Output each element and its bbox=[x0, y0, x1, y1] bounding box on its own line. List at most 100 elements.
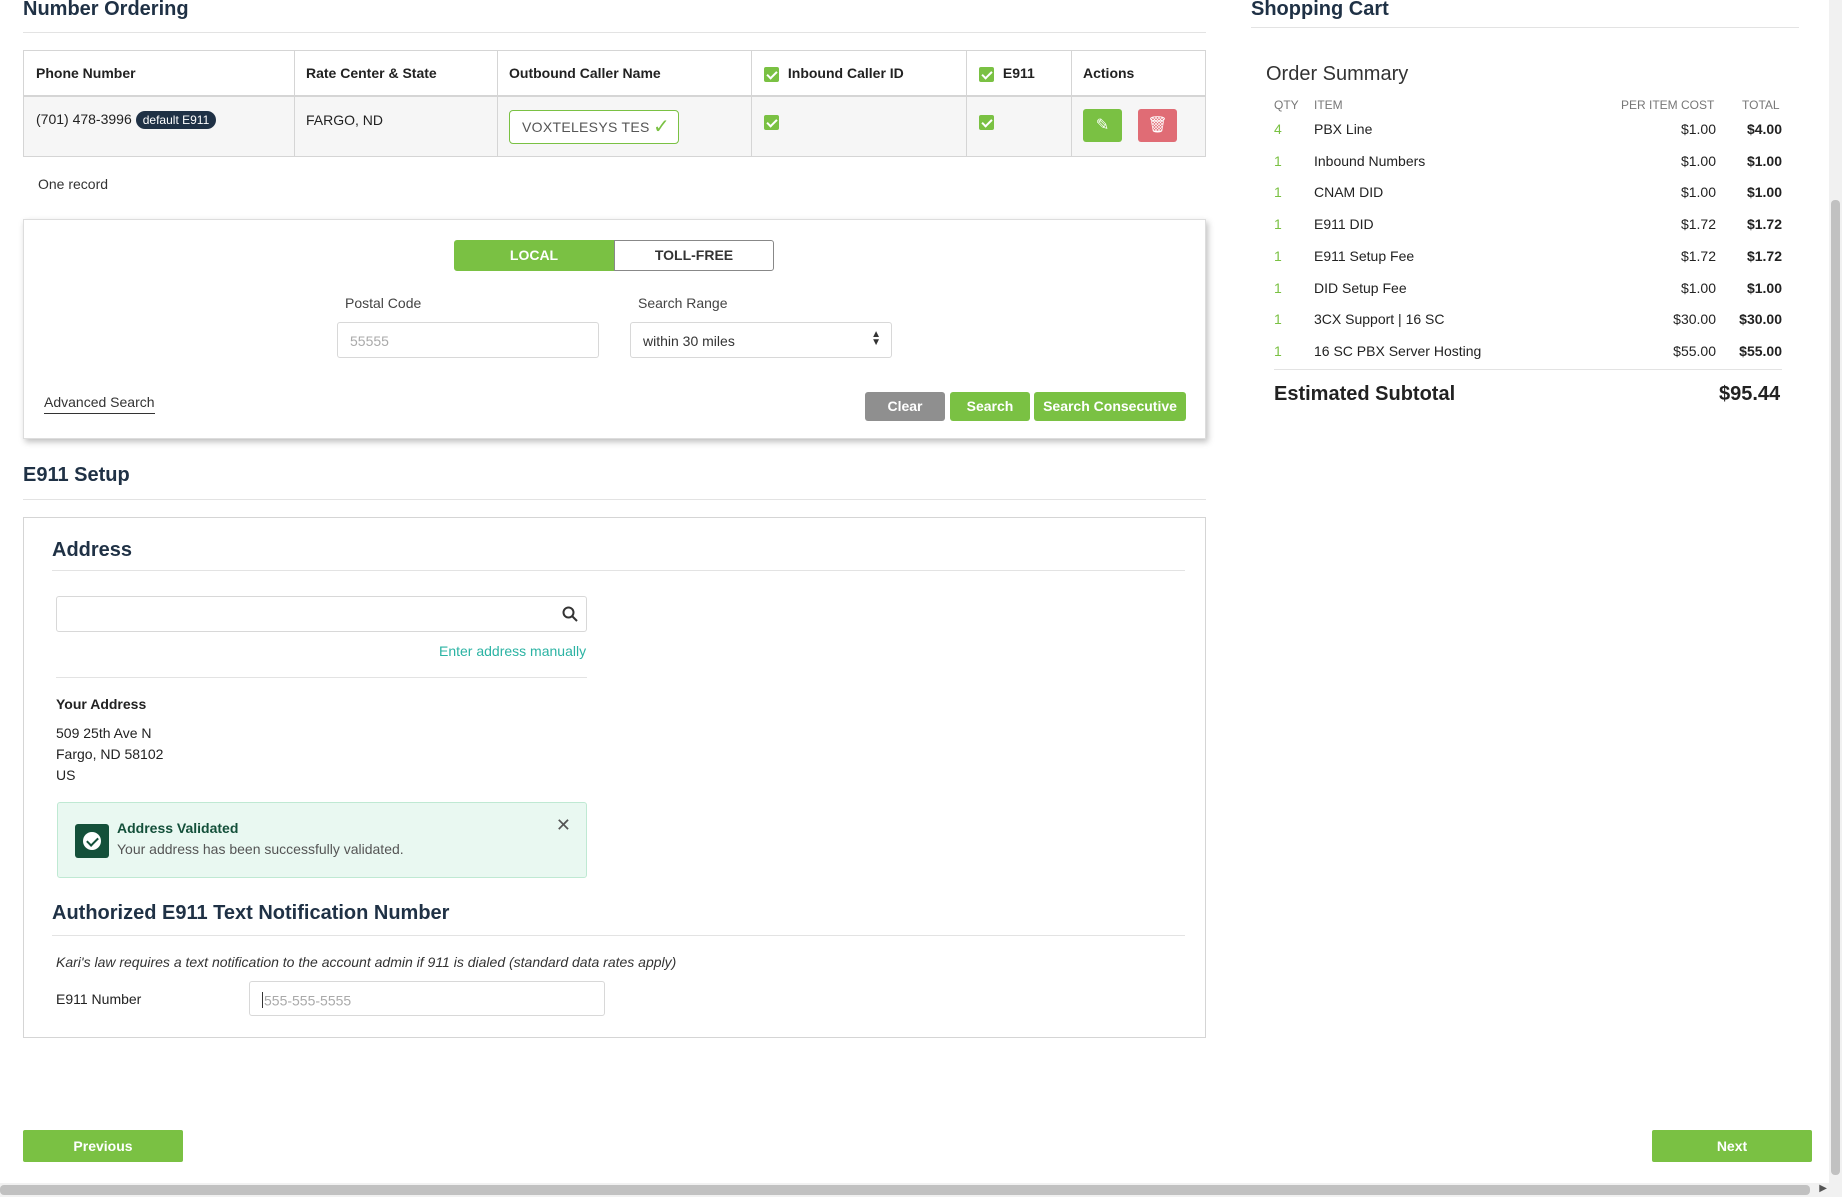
cart-item-cost: $1.00 bbox=[1680, 280, 1716, 296]
previous-button[interactable]: Previous bbox=[23, 1130, 183, 1162]
order-summary-title: Order Summary bbox=[1266, 63, 1409, 85]
address-line-1: 509 25th Ave N bbox=[56, 725, 152, 741]
address-validated-alert: Address Validated Your address has been … bbox=[57, 802, 587, 878]
close-icon[interactable]: ✕ bbox=[556, 815, 571, 836]
cart-item-row: 1 E911 Setup Fee $1.72 $1.72 bbox=[1264, 248, 1784, 268]
outbound-caller-name-input[interactable]: VOXTELESYS TES ✓ bbox=[509, 110, 679, 144]
enter-address-manually-link[interactable]: Enter address manually bbox=[439, 643, 586, 659]
e911-select-all-checkbox[interactable] bbox=[979, 66, 994, 82]
trash-icon: 🗑 bbox=[1147, 117, 1168, 134]
cart-item-cost: $55.00 bbox=[1673, 343, 1716, 359]
inbound-select-all-checkbox[interactable] bbox=[764, 66, 779, 82]
clear-button[interactable]: Clear bbox=[865, 392, 945, 421]
search-button[interactable]: Search bbox=[950, 392, 1030, 421]
cart-item-row: 1 E911 DID $1.72 $1.72 bbox=[1264, 216, 1784, 236]
inbound-caller-id-checkbox[interactable] bbox=[764, 114, 779, 130]
cart-item-qty: 1 bbox=[1274, 280, 1282, 296]
postal-code-label: Postal Code bbox=[345, 295, 422, 311]
number-ordering-title: Number Ordering bbox=[23, 0, 189, 20]
cart-item-name: CNAM DID bbox=[1314, 184, 1384, 200]
shopping-cart-title: Shopping Cart bbox=[1251, 0, 1389, 20]
cart-item-row: 1 CNAM DID $1.00 $1.00 bbox=[1264, 184, 1784, 204]
alert-title: Address Validated bbox=[117, 820, 239, 836]
tab-local[interactable]: LOCAL bbox=[454, 240, 614, 271]
check-icon: ✓ bbox=[652, 116, 670, 138]
scroll-right-arrow-icon[interactable]: ▶ bbox=[1819, 1183, 1827, 1194]
inbound-caller-id-cell bbox=[764, 113, 779, 130]
tab-toll-free[interactable]: TOLL-FREE bbox=[614, 240, 774, 271]
address-line-2: Fargo, ND 58102 bbox=[56, 746, 164, 762]
cart-item-name: 3CX Support | 16 SC bbox=[1314, 311, 1445, 327]
cart-item-total: $55.00 bbox=[1739, 343, 1782, 359]
address-line-3: US bbox=[56, 767, 76, 783]
col-outbound-caller-name: Outbound Caller Name bbox=[509, 65, 661, 81]
your-address-label: Your Address bbox=[56, 696, 147, 712]
check-circle-icon bbox=[75, 824, 109, 858]
cart-item-row: 1 16 SC PBX Server Hosting $55.00 $55.00 bbox=[1264, 343, 1784, 363]
advanced-search-link[interactable]: Advanced Search bbox=[44, 394, 155, 414]
numbers-table: Phone Number Rate Center & State Outboun… bbox=[23, 50, 1206, 157]
col-actions: Actions bbox=[1083, 65, 1135, 81]
notification-title: Authorized E911 Text Notification Number bbox=[52, 902, 450, 924]
e911-panel: Address Enter address manually Your Addr… bbox=[23, 517, 1206, 1038]
estimated-subtotal-value: $95.44 bbox=[1719, 383, 1781, 405]
e911-number-input[interactable]: 555-555-5555 bbox=[249, 981, 605, 1016]
e911-setup-title: E911 Setup bbox=[23, 464, 130, 486]
delete-button[interactable]: 🗑 bbox=[1138, 109, 1177, 142]
number-search-card: LOCAL TOLL-FREE Postal Code 55555 Search… bbox=[23, 219, 1206, 439]
cart-item-qty: 1 bbox=[1274, 343, 1282, 359]
phone-number-cell: (701) 478-3996 default E911 bbox=[36, 111, 217, 129]
cart-item-row: 1 Inbound Numbers $1.00 $1.00 bbox=[1264, 153, 1784, 173]
record-count: One record bbox=[38, 176, 109, 192]
vertical-scrollbar-thumb[interactable] bbox=[1831, 200, 1840, 1175]
col-e911: E911 bbox=[979, 65, 1035, 82]
cart-item-total: $4.00 bbox=[1746, 121, 1782, 137]
postal-code-input[interactable]: 55555 bbox=[337, 322, 599, 358]
horizontal-scrollbar-thumb[interactable] bbox=[0, 1185, 1810, 1195]
search-range-label: Search Range bbox=[638, 295, 728, 311]
col-rate-center: Rate Center & State bbox=[306, 65, 437, 81]
cart-item-name: Inbound Numbers bbox=[1314, 153, 1426, 169]
select-arrows-icon: ▲ ▼ bbox=[871, 329, 881, 348]
cart-header-qty: QTY bbox=[1274, 98, 1299, 112]
e911-checkbox[interactable] bbox=[979, 114, 994, 130]
address-search-input[interactable] bbox=[56, 596, 587, 632]
cart-item-total: $1.72 bbox=[1746, 248, 1782, 264]
cart-header-total: TOTAL bbox=[1742, 98, 1780, 112]
pencil-icon: ✎ bbox=[1095, 117, 1110, 134]
cart-item-name: DID Setup Fee bbox=[1314, 280, 1407, 296]
table-row: (701) 478-3996 default E911 FARGO, ND VOX… bbox=[24, 97, 1205, 156]
table-header: Phone Number Rate Center & State Outboun… bbox=[24, 51, 1205, 97]
cart-item-name: E911 DID bbox=[1314, 216, 1374, 232]
cart-item-name: 16 SC PBX Server Hosting bbox=[1314, 343, 1482, 359]
cart-item-cost: $1.72 bbox=[1680, 216, 1716, 232]
karis-law-note: Kari's law requires a text notification … bbox=[56, 954, 677, 970]
col-inbound-caller-id: Inbound Caller ID bbox=[764, 65, 904, 82]
cart-item-qty: 4 bbox=[1274, 121, 1282, 137]
cart-item-total: $1.00 bbox=[1746, 153, 1782, 169]
edit-button[interactable]: ✎ bbox=[1083, 109, 1122, 142]
estimated-subtotal-label: Estimated Subtotal bbox=[1274, 383, 1456, 405]
next-button[interactable]: Next bbox=[1652, 1130, 1812, 1162]
cart-header-item: ITEM bbox=[1314, 98, 1343, 112]
e911-number-label: E911 Number bbox=[56, 991, 142, 1007]
cart-item-qty: 1 bbox=[1274, 248, 1282, 264]
cart-item-total: $1.00 bbox=[1746, 280, 1782, 296]
cart-header-per-item: PER ITEM COST bbox=[1621, 98, 1715, 112]
cart-item-total: $1.00 bbox=[1746, 184, 1782, 200]
horizontal-scrollbar[interactable]: ▶ bbox=[0, 1183, 1829, 1197]
cart-item-cost: $1.72 bbox=[1680, 248, 1716, 264]
vertical-scrollbar[interactable] bbox=[1829, 0, 1842, 1197]
cart-item-cost: $1.00 bbox=[1680, 184, 1716, 200]
search-range-select[interactable]: within 30 miles ▲ ▼ bbox=[630, 322, 892, 358]
cart-item-qty: 1 bbox=[1274, 311, 1282, 327]
cart-item-total: $30.00 bbox=[1739, 311, 1782, 327]
cart-item-total: $1.72 bbox=[1746, 216, 1782, 232]
cart-item-cost: $1.00 bbox=[1680, 121, 1716, 137]
cart-item-name: PBX Line bbox=[1314, 121, 1373, 137]
cart-item-row: 1 DID Setup Fee $1.00 $1.00 bbox=[1264, 280, 1784, 300]
cart-item-cost: $30.00 bbox=[1673, 311, 1716, 327]
search-consecutive-button[interactable]: Search Consecutive bbox=[1034, 392, 1186, 421]
cart-item-row: 1 3CX Support | 16 SC $30.00 $30.00 bbox=[1264, 311, 1784, 331]
col-phone-number: Phone Number bbox=[36, 65, 136, 81]
